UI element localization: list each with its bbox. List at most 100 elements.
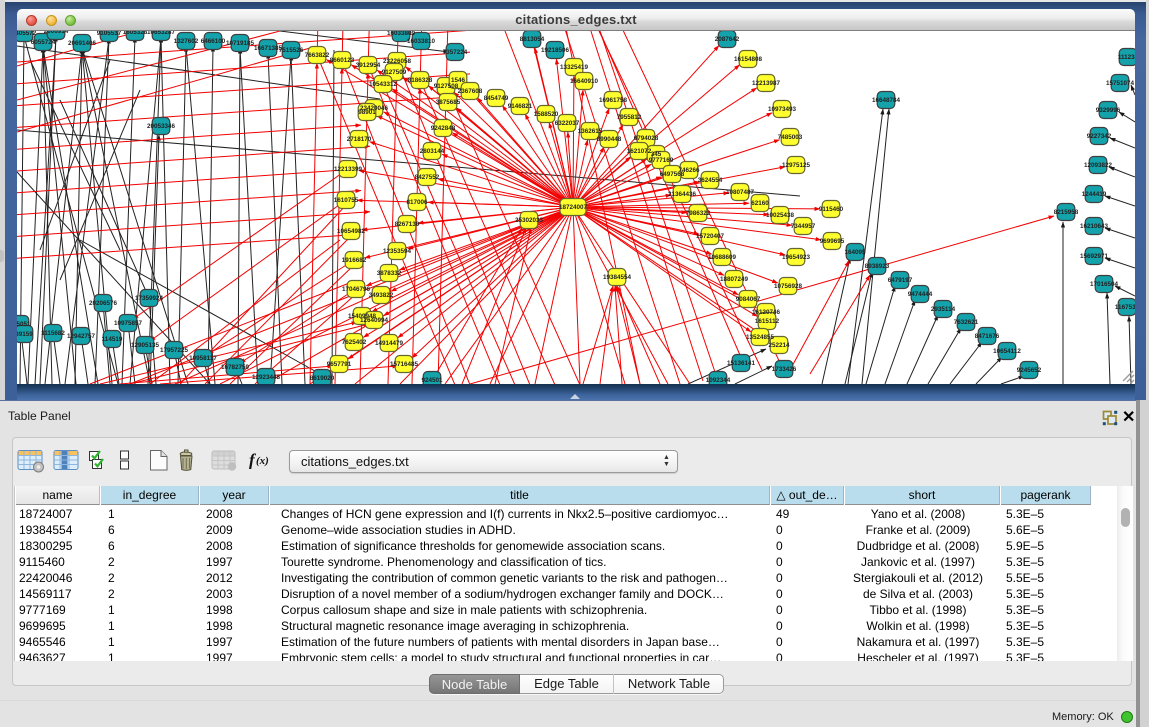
svg-text:16033810: 16033810 <box>407 38 436 45</box>
svg-text:14914479: 14914479 <box>375 340 404 347</box>
svg-text:8215958: 8215958 <box>1054 209 1079 216</box>
svg-text:17359924: 17359924 <box>135 295 164 302</box>
svg-text:10654982: 10654982 <box>337 228 366 235</box>
svg-text:12640994: 12640994 <box>360 317 389 324</box>
svg-text:2935114: 2935114 <box>931 306 956 313</box>
svg-text:23226058: 23226058 <box>383 58 412 65</box>
svg-text:20053346: 20053346 <box>147 123 176 130</box>
svg-text:7344957: 7344957 <box>791 223 816 230</box>
svg-text:16648784: 16648784 <box>872 97 901 104</box>
svg-text:9105537: 9105537 <box>97 31 122 37</box>
svg-text:39159: 39159 <box>17 331 33 338</box>
svg-text:9146821: 9146821 <box>508 103 533 110</box>
svg-text:1588520: 1588520 <box>534 111 559 118</box>
svg-text:8660123: 8660123 <box>330 57 355 64</box>
svg-text:10807487: 10807487 <box>726 189 755 196</box>
svg-text:6322037: 6322037 <box>555 120 580 127</box>
svg-text:16961758: 16961758 <box>599 97 628 104</box>
svg-text:7485003: 7485003 <box>778 134 803 141</box>
svg-text:8619020: 8619020 <box>310 375 335 382</box>
svg-text:10958117: 10958117 <box>189 355 217 362</box>
svg-text:2718170: 2718170 <box>347 136 372 143</box>
svg-text:10688609: 10688609 <box>708 254 737 261</box>
svg-text:15720407: 15720407 <box>696 233 725 240</box>
svg-text:16033809: 16033809 <box>387 31 416 37</box>
svg-text:9245652: 9245652 <box>1017 367 1042 374</box>
svg-text:9699695: 9699695 <box>820 238 845 245</box>
svg-text:3912954: 3912954 <box>356 62 381 69</box>
svg-text:12213399: 12213399 <box>334 166 363 173</box>
svg-text:9127509: 9127509 <box>382 69 407 76</box>
svg-text:3624554: 3624554 <box>698 177 723 184</box>
svg-text:10756928: 10756928 <box>774 283 803 290</box>
svg-text:9474444: 9474444 <box>908 291 933 298</box>
svg-text:1244419: 1244419 <box>1082 191 1107 198</box>
svg-text:8938923: 8938923 <box>865 263 890 270</box>
svg-text:18724007: 18724007 <box>559 204 588 211</box>
svg-text:1167534: 1167534 <box>1115 304 1135 311</box>
svg-text:7663822: 7663822 <box>305 52 330 59</box>
svg-text:20206576: 20206576 <box>89 300 118 307</box>
svg-text:16640910: 16640910 <box>570 78 599 85</box>
svg-text:12923448: 12923448 <box>252 374 281 381</box>
svg-text:(x): (x) <box>256 455 269 467</box>
svg-text:3875685: 3875685 <box>436 99 461 106</box>
svg-text:835051: 835051 <box>17 321 31 328</box>
svg-text:1092344: 1092344 <box>706 377 731 384</box>
svg-text:9115460: 9115460 <box>819 206 844 213</box>
svg-text:1546: 1546 <box>451 77 466 84</box>
svg-text:1916682: 1916682 <box>342 257 367 264</box>
svg-text:19218506: 19218506 <box>541 47 570 54</box>
svg-text:21364436: 21364436 <box>668 191 697 198</box>
svg-text:16120746: 16120746 <box>752 309 781 316</box>
svg-text:12353594: 12353594 <box>383 248 412 255</box>
svg-text:12975125: 12975125 <box>782 162 811 169</box>
svg-text:817006: 817006 <box>406 199 428 206</box>
svg-text:1733426: 1733426 <box>772 366 797 373</box>
svg-text:10543312: 10543312 <box>369 81 398 88</box>
svg-text:10654112: 10654112 <box>993 348 1021 355</box>
svg-text:1362615: 1362615 <box>578 128 603 135</box>
svg-text:19384554: 19384554 <box>603 274 632 281</box>
svg-text:6497568: 6497568 <box>660 171 685 178</box>
svg-text:12093822: 12093822 <box>1084 162 1113 169</box>
svg-text:9777169: 9777169 <box>649 157 674 164</box>
svg-text:8267130: 8267130 <box>395 221 420 228</box>
svg-text:111234: 111234 <box>1118 54 1135 61</box>
svg-text:12942757: 12942757 <box>67 333 96 340</box>
svg-text:7632621: 7632621 <box>954 319 979 326</box>
svg-text:15716485: 15716485 <box>390 361 419 368</box>
svg-text:7986322: 7986322 <box>686 210 711 217</box>
svg-text:16210643: 16210643 <box>1080 223 1109 230</box>
svg-text:98901: 98901 <box>358 109 376 116</box>
svg-text:13325419: 13325419 <box>560 64 589 71</box>
svg-text:8186328: 8186328 <box>408 77 433 84</box>
svg-text:13524855: 13524855 <box>746 334 775 341</box>
svg-text:9657791: 9657791 <box>327 361 352 368</box>
svg-text:6055724: 6055724 <box>31 39 56 46</box>
svg-text:252214: 252214 <box>768 342 790 349</box>
svg-text:6479197: 6479197 <box>888 277 913 284</box>
svg-text:1610755: 1610755 <box>334 197 359 204</box>
svg-text:62160: 62160 <box>751 200 769 207</box>
svg-text:10719185: 10719185 <box>226 40 255 47</box>
svg-text:3493822: 3493822 <box>369 292 394 299</box>
svg-text:8427552: 8427552 <box>415 174 440 181</box>
svg-text:2367608: 2367608 <box>458 88 483 95</box>
svg-text:1621072: 1621072 <box>627 148 652 155</box>
svg-text:924501: 924501 <box>421 377 443 384</box>
svg-text:9329996: 9329996 <box>1096 107 1121 114</box>
svg-text:17016504: 17016504 <box>1090 281 1119 288</box>
svg-text:9127508: 9127508 <box>434 83 459 90</box>
svg-text:7625402: 7625402 <box>342 339 367 346</box>
svg-text:16782759: 16782759 <box>221 364 250 371</box>
svg-text:10975857: 10975857 <box>114 320 143 327</box>
svg-text:7357224: 7357224 <box>443 49 468 56</box>
svg-text:10653287: 10653287 <box>147 31 176 36</box>
svg-text:114519: 114519 <box>102 336 123 343</box>
svg-text:17046796: 17046796 <box>342 286 371 293</box>
svg-text:9084067: 9084067 <box>736 296 761 303</box>
svg-text:15136141: 15136141 <box>727 360 756 367</box>
svg-text:19654923: 19654923 <box>782 254 811 261</box>
svg-text:12213987: 12213987 <box>752 80 781 87</box>
